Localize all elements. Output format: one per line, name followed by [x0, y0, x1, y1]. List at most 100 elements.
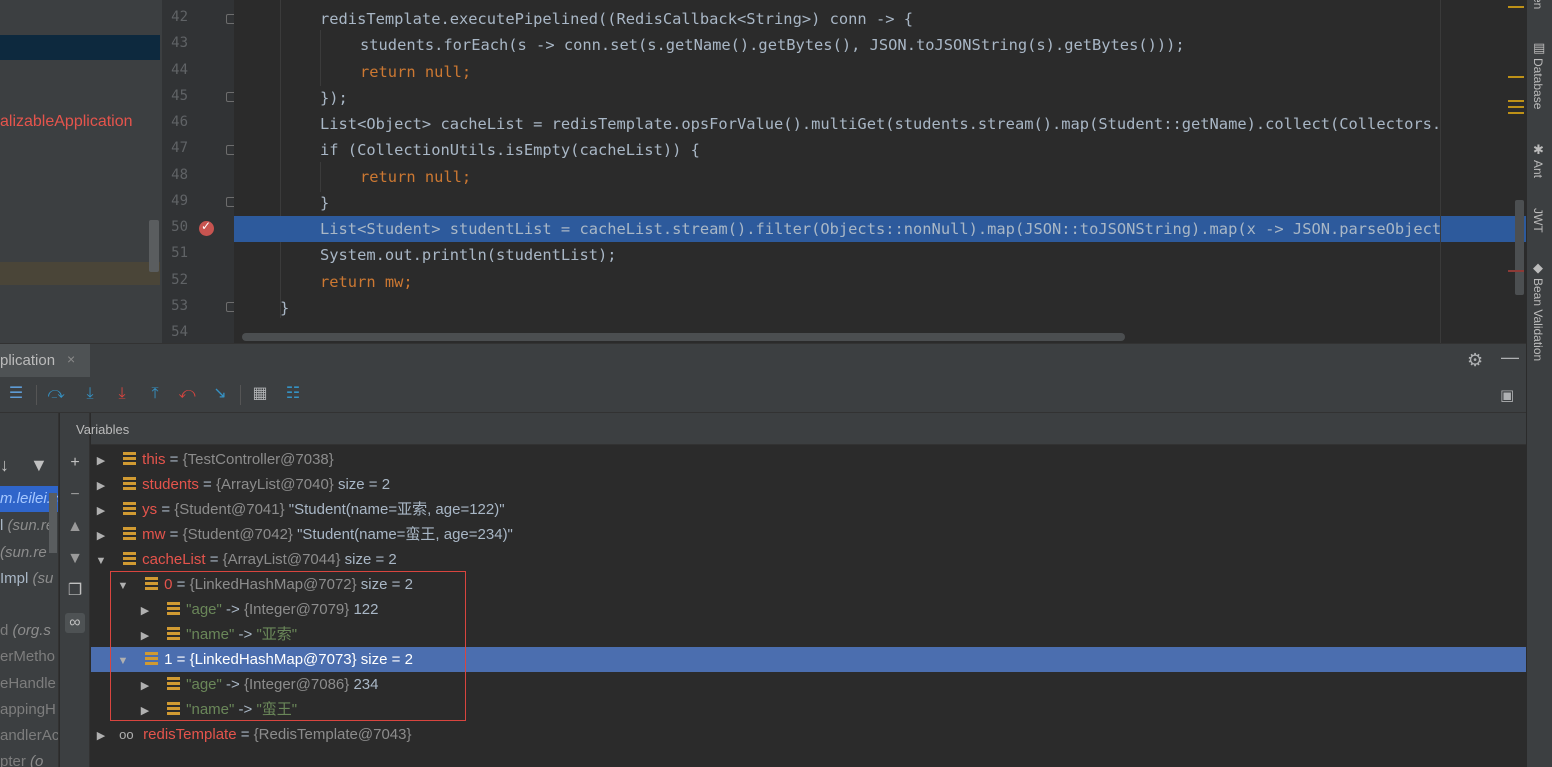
code-line-46[interactable]: List<Object> cacheList = redisTemplate.o…	[320, 111, 1441, 137]
variable-row-redistemplate[interactable]: ▶ oo redisTemplate = {RedisTemplate@7043}	[91, 722, 1526, 747]
collapse-icon[interactable]: ▼	[95, 549, 107, 574]
field-icon	[123, 527, 137, 540]
code-line-42[interactable]: redisTemplate.executePipelined((RedisCal…	[320, 6, 913, 32]
editor-vertical-scrollbar[interactable]	[1515, 200, 1524, 295]
show-execution-point-icon[interactable]: ☰	[6, 384, 26, 404]
bean-validation-icon[interactable]: ◆	[1533, 260, 1543, 276]
tool-window-ant[interactable]: Ant	[1531, 160, 1545, 178]
collapse-icon[interactable]: ▼	[117, 649, 129, 674]
breakpoint-icon[interactable]	[199, 219, 214, 236]
project-scrollbar[interactable]	[149, 220, 159, 272]
line-number: 53	[171, 298, 188, 314]
filter-icon[interactable]: ▼	[30, 455, 48, 476]
variable-row-mw[interactable]: ▶ mw = {Student@7042} "Student(name=蛮王, …	[91, 522, 1526, 547]
error-stripe-mark[interactable]	[1508, 106, 1524, 108]
error-stripe-mark[interactable]	[1508, 100, 1524, 102]
variable-row-this[interactable]: ▶ this = {TestController@7038}	[91, 447, 1526, 472]
frame-item[interactable]: Impl (su	[0, 566, 53, 592]
expand-icon[interactable]: ▶	[95, 724, 107, 749]
step-over-icon[interactable]: ⤼	[46, 384, 66, 404]
expand-icon[interactable]: ▶	[139, 624, 151, 649]
move-up-icon[interactable]: ▲	[65, 517, 85, 537]
code-editor[interactable]: redisTemplate.executePipelined((RedisCal…	[234, 0, 1526, 343]
variable-row-item-1[interactable]: ▼ 1 = {LinkedHashMap@7073} size = 2	[91, 647, 1526, 672]
close-icon[interactable]: ×	[67, 351, 75, 367]
tool-window-bean-validation[interactable]: Bean Validation	[1531, 278, 1545, 361]
layout-icon[interactable]: ▣	[1500, 386, 1514, 404]
project-tree-item[interactable]: alizableApplication	[0, 113, 133, 131]
evaluate-expression-icon[interactable]: ▦	[250, 384, 270, 404]
variable-row-students[interactable]: ▶ students = {ArrayList@7040} size = 2	[91, 472, 1526, 497]
step-out-icon[interactable]: ⤒	[145, 384, 165, 404]
remove-watch-icon[interactable]: −	[65, 485, 85, 505]
debug-session-tab[interactable]: plication ×	[0, 344, 90, 378]
field-icon	[123, 502, 137, 515]
editor-horizontal-scrollbar[interactable]	[242, 333, 1125, 341]
code-line-44[interactable]: return null;	[360, 59, 471, 85]
line-number: 43	[171, 35, 188, 51]
expand-icon[interactable]: ▶	[139, 599, 151, 624]
expand-icon[interactable]: ▶	[95, 524, 107, 549]
drop-frame-icon[interactable]: ⤺	[177, 384, 197, 404]
code-line-49[interactable]: }	[320, 190, 329, 216]
add-watch-icon[interactable]: +	[65, 453, 85, 473]
frames-scrollbar[interactable]	[49, 493, 57, 553]
line-number: 50	[171, 219, 188, 235]
variable-row-item-0-name[interactable]: ▶ "name" -> "亚索"	[91, 622, 1526, 647]
variable-row-ys[interactable]: ▶ ys = {Student@7041} "Student(name=亚索, …	[91, 497, 1526, 522]
line-number: 49	[171, 193, 188, 209]
code-line-48[interactable]: return null;	[360, 164, 471, 190]
force-step-into-icon[interactable]: ⤓	[112, 384, 132, 404]
frame-item[interactable]: andlerAc	[0, 723, 58, 749]
frame-item[interactable]: (sun.re	[0, 540, 47, 566]
run-to-cursor-icon[interactable]: ↘	[210, 384, 230, 404]
variable-row-item-0[interactable]: ▼ 0 = {LinkedHashMap@7072} size = 2	[91, 572, 1526, 597]
code-line-43[interactable]: students.forEach(s -> conn.set(s.getName…	[360, 32, 1185, 58]
expand-icon[interactable]: ▶	[95, 499, 107, 524]
line-number: 46	[171, 114, 188, 130]
code-line-51[interactable]: System.out.println(studentList);	[320, 242, 617, 268]
code-line-52[interactable]: return mw;	[320, 269, 413, 295]
arrow-down-icon[interactable]: ↓	[0, 455, 9, 476]
show-watches-icon[interactable]: ∞	[65, 613, 85, 633]
project-selected-row[interactable]	[0, 35, 160, 60]
database-icon[interactable]: ▤	[1533, 40, 1545, 56]
gear-icon[interactable]: ⚙	[1467, 350, 1483, 371]
variable-row-item-1-name[interactable]: ▶ "name" -> "蛮王"	[91, 697, 1526, 722]
expand-icon[interactable]: ▶	[139, 674, 151, 699]
expand-icon[interactable]: ▶	[95, 474, 107, 499]
expand-icon[interactable]: ▶	[139, 699, 151, 724]
variable-row-item-0-age[interactable]: ▶ "age" -> {Integer@7079} 122	[91, 597, 1526, 622]
error-stripe-mark[interactable]	[1508, 270, 1524, 272]
variable-row-cachelist[interactable]: ▼ cacheList = {ArrayList@7044} size = 2	[91, 547, 1526, 572]
error-stripe-mark[interactable]	[1508, 112, 1524, 114]
variables-title: Variables	[76, 422, 130, 437]
error-stripe-mark[interactable]	[1508, 6, 1524, 8]
minimize-icon[interactable]: —	[1501, 347, 1519, 368]
error-stripe-mark[interactable]	[1508, 76, 1524, 78]
duplicate-watch-icon[interactable]: ❐	[65, 581, 85, 601]
frame-item[interactable]: erMetho	[0, 644, 55, 670]
tool-window-fragment[interactable]: en	[1531, 0, 1545, 9]
collapse-icon[interactable]: ▼	[117, 574, 129, 599]
code-line-47[interactable]: if (CollectionUtils.isEmpty(cacheList)) …	[320, 137, 700, 163]
frame-item[interactable]: appingH	[0, 697, 56, 723]
frame-item[interactable]: pter (o	[0, 749, 43, 767]
code-line-53[interactable]: }	[280, 295, 289, 321]
code-line-50-current[interactable]: List<Student> studentList = cacheList.st…	[234, 216, 1526, 242]
tool-window-database[interactable]: Database	[1531, 58, 1545, 109]
variable-row-item-1-age[interactable]: ▶ "age" -> {Integer@7086} 234	[91, 672, 1526, 697]
tool-window-jwt[interactable]: JWT	[1531, 208, 1545, 233]
trace-stream-icon[interactable]: ☷	[283, 384, 303, 404]
field-icon	[167, 602, 181, 615]
frame-item[interactable]: d (org.s	[0, 618, 51, 644]
step-into-icon[interactable]: ⤓	[80, 384, 100, 404]
code-line-45[interactable]: });	[320, 85, 348, 111]
ant-icon[interactable]: ✱	[1533, 142, 1544, 158]
frame-item[interactable]: eHandle	[0, 671, 56, 697]
field-icon	[167, 627, 181, 640]
expand-icon[interactable]: ▶	[95, 449, 107, 474]
line-number: 42	[171, 9, 188, 25]
move-down-icon[interactable]: ▼	[65, 549, 85, 569]
frame-item[interactable]: l (sun.re	[0, 513, 54, 539]
